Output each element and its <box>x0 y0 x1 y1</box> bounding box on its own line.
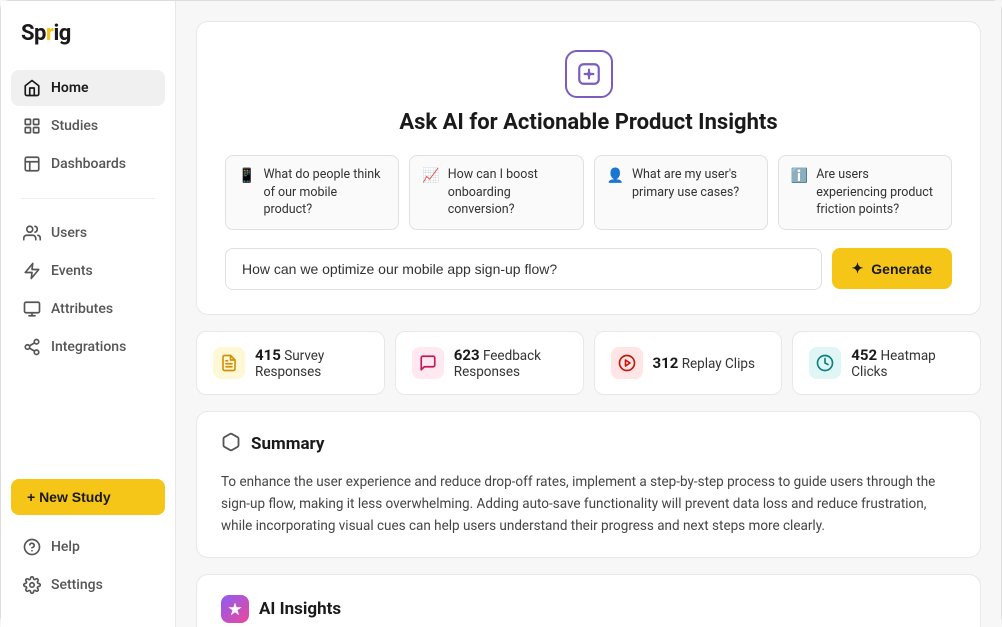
feedback-icon <box>412 347 444 379</box>
sidebar-item-integrations-label: Integrations <box>51 339 126 355</box>
sidebar-item-settings-label: Settings <box>51 577 103 593</box>
ai-ask-card: Ask AI for Actionable Product Insights 📱… <box>196 21 981 315</box>
sidebar-item-settings[interactable]: Settings <box>11 567 165 603</box>
sidebar-item-help-label: Help <box>51 539 80 555</box>
suggestion-chip-3[interactable]: 👤 What are my user's primary use cases? <box>594 155 768 230</box>
sidebar-item-home-label: Home <box>51 80 89 96</box>
stat-survey[interactable]: 415 Survey Responses <box>196 331 385 395</box>
summary-icon <box>221 432 241 457</box>
ai-card-icon-area <box>225 50 952 98</box>
home-icon <box>23 79 41 97</box>
insights-title-row: AI Insights <box>221 595 956 623</box>
stat-heatmap[interactable]: 452 Heatmap Clicks <box>792 331 981 395</box>
summary-title-row: Summary <box>221 432 956 457</box>
events-icon <box>23 262 41 280</box>
attributes-icon <box>23 300 41 318</box>
stat-replay[interactable]: 312 Replay Clips <box>594 331 783 395</box>
ai-sparkle-icon <box>565 50 613 98</box>
stat-survey-content: 415 Survey Responses <box>255 346 368 380</box>
sidebar-item-events[interactable]: Events <box>11 253 165 289</box>
sidebar-item-integrations[interactable]: Integrations <box>11 329 165 365</box>
sidebar-item-studies-label: Studies <box>51 118 98 134</box>
ai-search-input[interactable] <box>225 248 822 290</box>
insights-title-text: AI Insights <box>259 599 341 619</box>
generate-sparkle-icon: ✦ <box>852 260 864 277</box>
survey-number: 415 <box>255 346 281 364</box>
survey-icon <box>213 347 245 379</box>
stat-heatmap-content: 452 Heatmap Clicks <box>851 346 964 380</box>
main-content: Ask AI for Actionable Product Insights 📱… <box>176 1 1001 627</box>
summary-card: Summary To enhance the user experience a… <box>196 411 981 559</box>
suggestion-chip-2[interactable]: 📈 How can I boost onboarding conversion? <box>409 155 583 230</box>
new-study-button[interactable]: + New Study <box>11 479 165 515</box>
sidebar-item-events-label: Events <box>51 263 93 279</box>
sidebar-item-studies[interactable]: Studies <box>11 108 165 144</box>
replay-icon <box>611 347 643 379</box>
chip3-text: What are my user's primary use cases? <box>632 166 755 201</box>
chip4-text: Are users experiencing product friction … <box>816 166 939 219</box>
chip2-text: How can I boost onboarding conversion? <box>448 166 571 219</box>
sidebar-bottom: + New Study Help Settings <box>1 479 175 611</box>
summary-title-text: Summary <box>251 434 324 454</box>
suggestion-chips: 📱 What do people think of our mobile pro… <box>225 155 952 230</box>
stat-feedback[interactable]: 623 Feedback Responses <box>395 331 584 395</box>
chip1-text: What do people think of our mobile produ… <box>263 166 386 219</box>
new-study-label: + New Study <box>27 489 111 505</box>
sidebar-item-attributes[interactable]: Attributes <box>11 291 165 327</box>
help-icon <box>23 538 41 556</box>
sidebar-item-home[interactable]: Home <box>11 70 165 106</box>
dashboards-icon <box>23 155 41 173</box>
ai-search-row: ✦ Generate <box>225 248 952 290</box>
summary-text: To enhance the user experience and reduc… <box>221 471 956 538</box>
chip3-icon: 👤 <box>607 167 624 187</box>
insights-sparkle-icon <box>221 595 249 623</box>
ai-card-title: Ask AI for Actionable Product Insights <box>225 110 952 135</box>
heatmap-icon <box>809 347 841 379</box>
studies-icon <box>23 117 41 135</box>
sidebar: Sprig Home Studies <box>1 1 176 627</box>
sidebar-item-attributes-label: Attributes <box>51 301 113 317</box>
suggestion-chip-1[interactable]: 📱 What do people think of our mobile pro… <box>225 155 399 230</box>
suggestion-chip-4[interactable]: ℹ️ Are users experiencing product fricti… <box>778 155 952 230</box>
stats-row: 415 Survey Responses 623 Feedback Respon… <box>196 331 981 395</box>
sidebar-item-users[interactable]: Users <box>11 215 165 251</box>
settings-icon <box>23 576 41 594</box>
chip2-icon: 📈 <box>422 167 439 187</box>
sidebar-item-help[interactable]: Help <box>11 529 165 565</box>
stat-feedback-content: 623 Feedback Responses <box>454 346 567 380</box>
logo: Sprig <box>1 21 175 70</box>
sidebar-item-dashboards-label: Dashboards <box>51 156 126 172</box>
replay-number: 312 <box>653 354 679 372</box>
stat-replay-content: 312 Replay Clips <box>653 354 755 372</box>
feedback-number: 623 <box>454 346 480 364</box>
sidebar-item-dashboards[interactable]: Dashboards <box>11 146 165 182</box>
replay-label: Replay Clips <box>682 356 755 372</box>
generate-label: Generate <box>871 261 932 277</box>
heatmap-number: 452 <box>851 346 877 364</box>
generate-button[interactable]: ✦ Generate <box>832 248 952 289</box>
sidebar-nav: Home Studies Dashboards <box>1 70 175 479</box>
users-icon <box>23 224 41 242</box>
integrations-icon <box>23 338 41 356</box>
sidebar-item-users-label: Users <box>51 225 87 241</box>
chip1-icon: 📱 <box>238 167 255 187</box>
nav-divider <box>21 198 155 199</box>
ai-insights-card: AI Insights 🔍 Opportunities Account Setu… <box>196 574 981 627</box>
chip4-icon: ℹ️ <box>791 167 808 187</box>
